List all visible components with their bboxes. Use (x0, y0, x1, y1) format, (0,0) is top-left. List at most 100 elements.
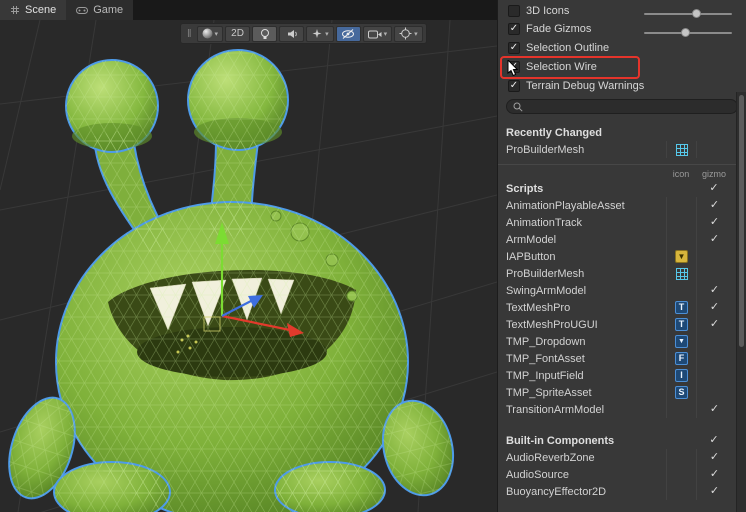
gizmo-checkbox[interactable]: ✓ (696, 449, 732, 466)
option-terrain-debug-warnings[interactable]: ✓ Terrain Debug Warnings (498, 76, 746, 95)
iapbutton-icon: ▼ (675, 250, 688, 263)
scene-view-toolbar: ‖ ▾ 2D ▾ ▾ ▾ (180, 23, 427, 44)
row-tmp-inputfield[interactable]: TMP_InputField I (498, 367, 746, 384)
view-tabbar: Scene Game (0, 0, 497, 20)
gizmo-checkbox[interactable]: ✓ (696, 316, 732, 333)
tab-scene[interactable]: Scene (0, 0, 67, 20)
search-icon (513, 102, 523, 112)
row-label: TMP_InputField (506, 369, 584, 382)
gizmo-column-label: gizmo (701, 168, 726, 179)
row-armmodel[interactable]: ArmModel ✓ (498, 231, 746, 248)
selection-outline-checkbox[interactable]: ✓ (508, 41, 520, 54)
gizmos-dropdown-button[interactable]: ▾ (394, 25, 423, 42)
row-label: IAPButton (506, 250, 556, 263)
panel-scrollbar[interactable] (736, 92, 746, 512)
row-swingarmmodel[interactable]: SwingArmModel ✓ (498, 282, 746, 299)
crosshair-icon (399, 27, 412, 40)
row-textmeshprougui[interactable]: TextMeshProUGUI T ✓ (498, 316, 746, 333)
row-tmp-dropdown[interactable]: TMP_Dropdown ▼ (498, 333, 746, 350)
section-title: Recently Changed (506, 126, 602, 139)
row-tmp-fontasset[interactable]: TMP_FontAsset F (498, 350, 746, 367)
scene-viewport[interactable]: ‖ ▾ 2D ▾ ▾ ▾ (0, 20, 497, 512)
gamepad-icon (76, 6, 89, 14)
row-animationplayableasset[interactable]: AnimationPlayableAsset ✓ (498, 197, 746, 214)
row-tmp-spriteasset[interactable]: TMP_SpriteAsset S (498, 384, 746, 401)
gizmo-checkbox[interactable] (696, 248, 732, 265)
effects-dropdown-button[interactable]: ▾ (306, 25, 334, 42)
row-animationtrack[interactable]: AnimationTrack ✓ (498, 214, 746, 231)
gizmo-checkbox[interactable] (696, 333, 732, 350)
option-label: 3D Icons (526, 5, 570, 17)
lighting-toggle-button[interactable] (252, 25, 278, 42)
row-audioreverbzone[interactable]: AudioReverbZone ✓ (498, 449, 746, 466)
lightbulb-icon (260, 28, 269, 39)
search-input[interactable] (527, 100, 731, 113)
icon-cell: I (666, 367, 696, 384)
gizmo-checkbox[interactable]: ✓ (696, 282, 732, 299)
row-label: TextMeshProUGUI (506, 318, 598, 331)
camera-dropdown-button[interactable]: ▾ (362, 25, 393, 42)
probuilder-grid-icon (675, 267, 688, 280)
tab-game[interactable]: Game (66, 0, 134, 20)
gizmo-checkbox[interactable]: ✓ (696, 401, 732, 418)
tmp-spriteasset-icon: S (675, 386, 688, 399)
row-iapbutton[interactable]: IAPButton ▼ (498, 248, 746, 265)
gizmo-checkbox[interactable] (696, 350, 732, 367)
row-label: TextMeshPro (506, 301, 571, 314)
draw-mode-button[interactable]: ▾ (196, 25, 224, 42)
gizmo-checkbox[interactable]: ✓ (696, 299, 732, 316)
slider-knob[interactable] (680, 28, 690, 37)
scripts-header: Scripts ✓ (498, 180, 746, 197)
gizmo-checkbox[interactable] (696, 367, 732, 384)
row-transitionarmmodel[interactable]: TransitionArmModel ✓ (498, 401, 746, 418)
row-label: TMP_SpriteAsset (506, 386, 592, 399)
slider-knob[interactable] (692, 9, 702, 18)
textmeshpro-icon: T (675, 318, 688, 331)
slider-track (644, 13, 732, 15)
3d-icons-size-slider[interactable] (644, 8, 732, 20)
row-textmeshpro[interactable]: TextMeshPro T ✓ (498, 299, 746, 316)
probuilder-grid-icon (675, 143, 688, 156)
2d-toggle-button[interactable]: 2D (225, 25, 251, 42)
recently-changed-header: Recently Changed (498, 124, 746, 141)
row-label: TMP_FontAsset (506, 352, 585, 365)
chevron-down-icon: ▾ (414, 30, 418, 38)
column-labels: icon gizmo (498, 167, 746, 180)
icon-cell (666, 265, 696, 282)
row-audiosource[interactable]: AudioSource ✓ (498, 466, 746, 483)
row-label: AnimationTrack (506, 216, 583, 229)
icon-cell (666, 282, 696, 299)
3d-icons-checkbox[interactable] (508, 5, 520, 17)
fade-gizmos-checkbox[interactable]: ✓ (508, 22, 520, 35)
gizmo-cell[interactable] (696, 141, 732, 158)
toolbar-drag-handle[interactable]: ‖ (184, 28, 195, 40)
option-selection-outline[interactable]: ✓ Selection Outline (498, 38, 746, 57)
option-selection-wire[interactable]: ✓ Selection Wire (498, 57, 746, 76)
monster-model[interactable] (0, 49, 463, 512)
gizmo-checkbox[interactable]: ✓ (696, 466, 732, 483)
chevron-down-icon: ▾ (325, 30, 329, 38)
gizmo-checkbox[interactable]: ✓ (696, 214, 732, 231)
row-probuildermesh-recent[interactable]: ProBuilderMesh (498, 141, 746, 158)
row-buoyancyeffector2d[interactable]: BuoyancyEffector2D ✓ (498, 483, 746, 500)
row-probuildermesh[interactable]: ProBuilderMesh (498, 265, 746, 282)
terrain-debug-checkbox[interactable]: ✓ (508, 79, 520, 92)
selection-wire-checkbox[interactable]: ✓ (508, 60, 520, 73)
speaker-icon (287, 29, 297, 38)
fade-gizmos-slider[interactable] (644, 27, 732, 39)
tmp-inputfield-icon: I (675, 369, 688, 382)
textmeshpro-icon: T (675, 301, 688, 314)
builtin-master-gizmo-checkbox[interactable]: ✓ (696, 432, 732, 449)
gizmo-checkbox[interactable]: ✓ (696, 231, 732, 248)
option-label: Selection Outline (526, 41, 610, 54)
audio-toggle-button[interactable] (279, 25, 305, 42)
gizmo-checkbox[interactable]: ✓ (696, 483, 732, 500)
gizmo-checkbox[interactable]: ✓ (696, 197, 732, 214)
row-label: ProBuilderMesh (506, 143, 585, 156)
hidden-objects-toggle-button[interactable] (335, 25, 361, 42)
gizmo-checkbox[interactable] (696, 265, 732, 282)
gizmos-search[interactable] (506, 99, 738, 114)
scrollbar-thumb[interactable] (739, 95, 744, 347)
scripts-master-gizmo-checkbox[interactable]: ✓ (696, 180, 732, 197)
gizmo-checkbox[interactable] (696, 384, 732, 401)
